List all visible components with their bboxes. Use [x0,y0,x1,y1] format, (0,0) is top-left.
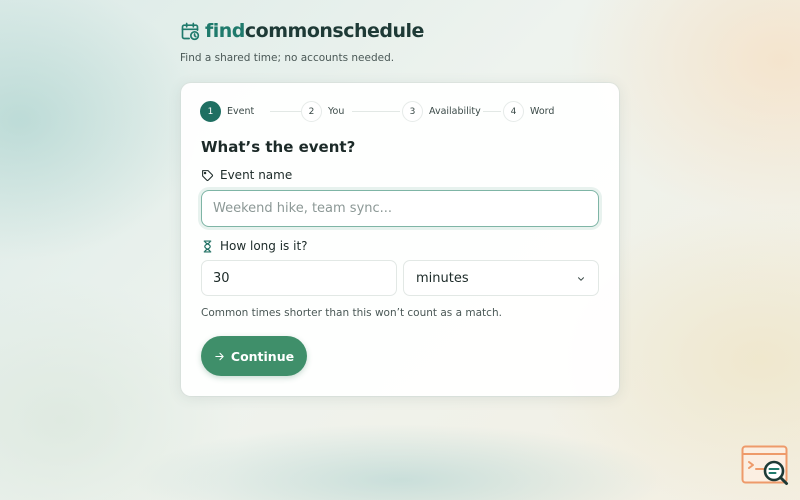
stepper: 1 Event 2 You 3 Availability 4 Word [200,101,580,122]
tagline: Find a shared time; no accounts needed. [180,52,395,64]
step-label: You [328,106,345,117]
duration-hint: Common times shorter than this won’t cou… [201,307,502,319]
duration-label-text: How long is it? [220,239,308,253]
step-label: Availability [429,106,481,117]
arrow-right-icon [215,352,224,360]
calendar-clock-icon [181,22,200,41]
hourglass-icon [203,239,212,253]
step-connector [352,111,400,112]
brand-name: findcommonschedule [205,20,424,42]
step-label: Word [530,106,555,117]
step-event[interactable]: 1 Event [200,101,254,122]
search-feedback-icon[interactable] [741,445,791,489]
step-connector [483,111,501,112]
duration-number-input[interactable] [201,260,397,296]
event-name-label-text: Event name [220,168,293,182]
step-you[interactable]: 2 You [301,101,344,122]
event-form-card: 1 Event 2 You 3 Availability 4 Word What… [181,83,619,396]
duration-unit-value: minutes [416,270,469,286]
step-availability[interactable]: 3 Availability [402,101,481,122]
step-number: 4 [503,101,524,122]
step-word[interactable]: 4 Word [503,101,554,122]
step-label: Event [227,106,255,117]
brand-name-rest: commonschedule [244,20,425,42]
brand-header: findcommonschedule [180,19,424,43]
form-title: What’s the event? [201,138,356,156]
brand-name-accent: find [205,20,245,42]
tag-icon [202,169,213,181]
step-number: 1 [200,101,221,122]
step-number: 3 [402,101,423,122]
continue-button[interactable]: Continue [201,336,307,376]
event-name-input[interactable] [201,190,599,227]
chevron-down-icon [578,277,584,281]
duration-label: How long is it? [201,238,308,254]
duration-unit-select[interactable]: minutes [403,260,599,296]
event-name-label: Event name [201,167,292,183]
continue-button-label: Continue [230,348,295,364]
step-number: 2 [301,101,322,122]
